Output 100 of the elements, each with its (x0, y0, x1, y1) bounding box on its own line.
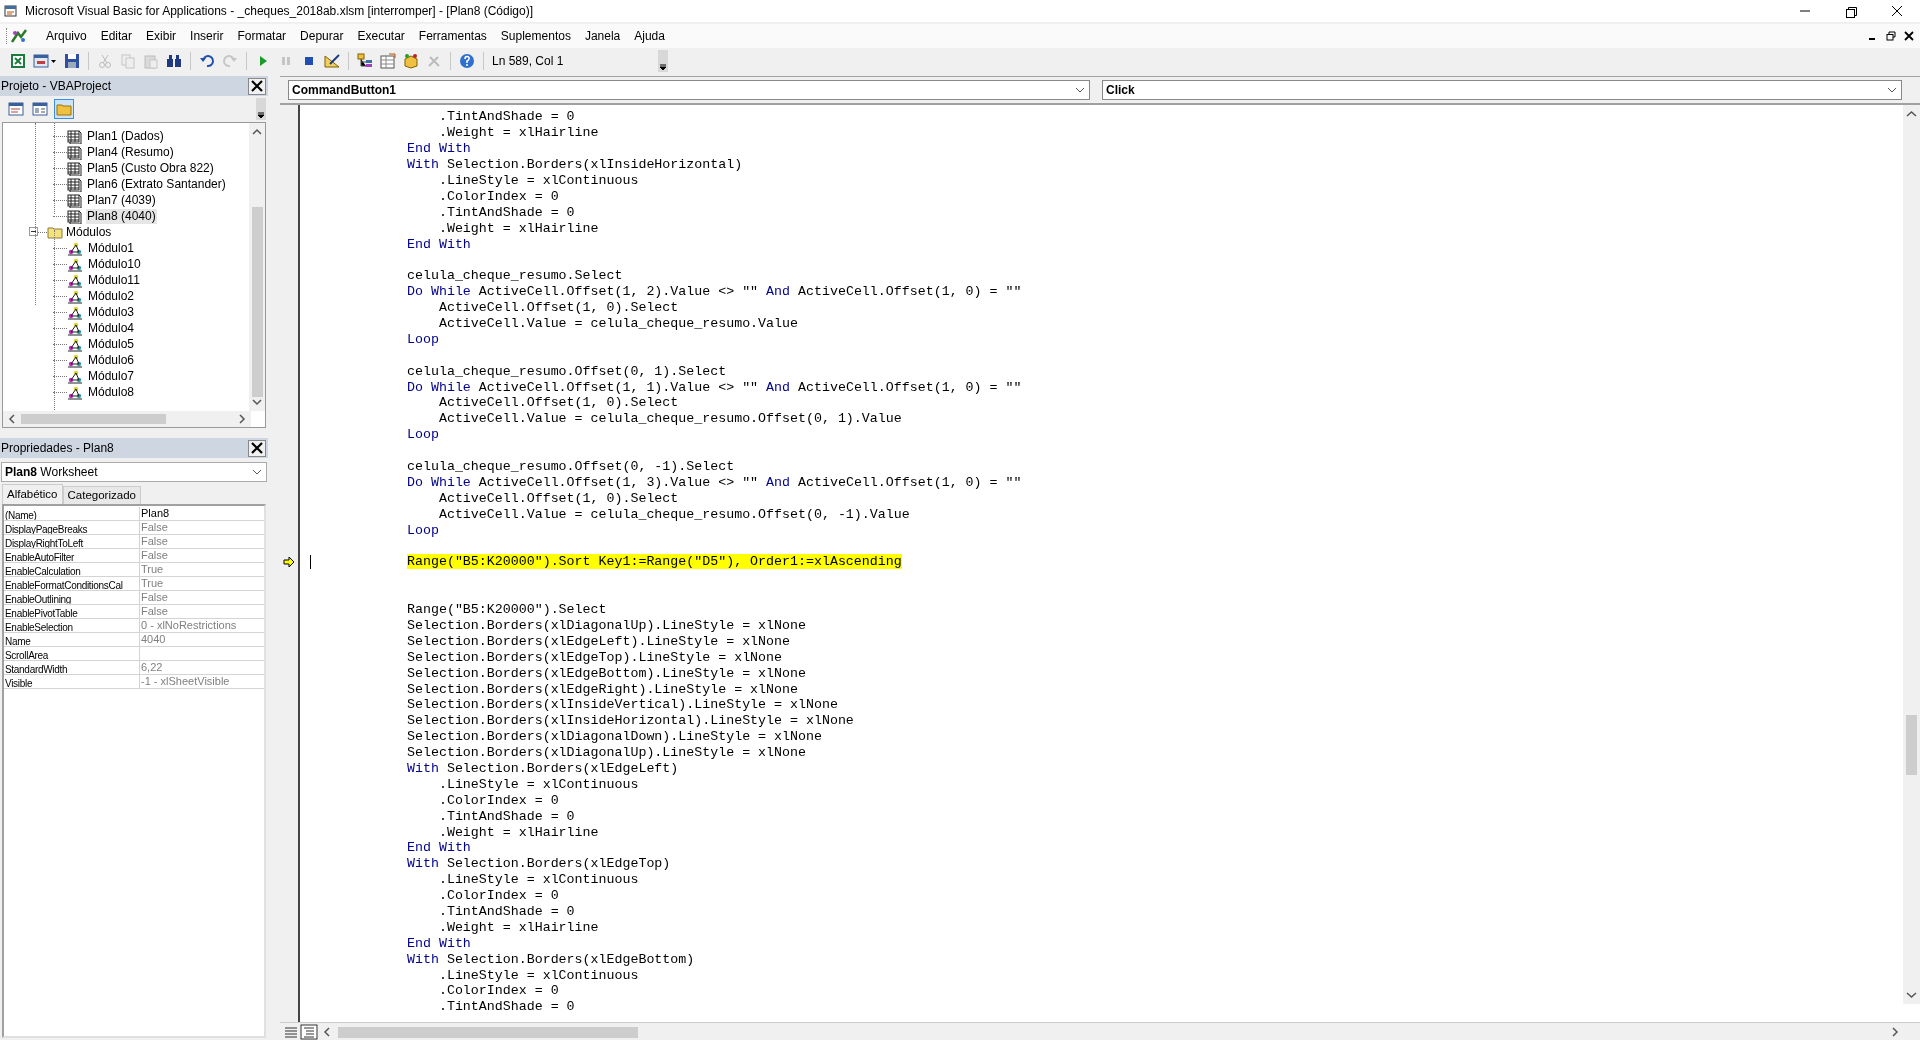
code-line[interactable]: Range("B5:K20000").Select (407, 602, 607, 618)
code-line[interactable]: End With (407, 840, 471, 856)
form-icon[interactable] (33, 53, 49, 69)
project-tree-icon[interactable] (357, 53, 373, 69)
tab[interactable]: Alfabético (2, 484, 63, 504)
toolbar-options-icon[interactable] (658, 50, 668, 72)
code-line[interactable]: ActiveCell.Offset(1, 0).Select (407, 490, 679, 506)
undo-icon[interactable] (199, 53, 215, 69)
code-line[interactable]: Do While ActiveCell.Offset(1, 3).Value <> "" And ActiveCell.Offset(1, 0) = "" (407, 474, 1022, 490)
tree-item[interactable]: Plan5 (Custo Obra 822) (86, 160, 215, 176)
property-value[interactable]: Plan8 (140, 507, 264, 520)
code-line[interactable]: .ColorIndex = 0 (407, 983, 559, 999)
menu-item[interactable]: Editar (93, 25, 140, 47)
restore-button[interactable] (1886, 31, 1896, 41)
properties-icon[interactable] (380, 53, 396, 69)
tree-item[interactable]: Módulo5 (87, 336, 136, 352)
code-line[interactable]: Do While ActiveCell.Offset(1, 1).Value <> "" And ActiveCell.Offset(1, 0) = "" (407, 379, 1022, 395)
code-line[interactable]: ActiveCell.Offset(1, 0).Select (407, 300, 679, 316)
tree-item[interactable]: Plan1 (Dados) (86, 128, 165, 144)
code-line[interactable]: End With (407, 141, 471, 157)
code-line[interactable]: Selection.Borders(xlEdgeBottom).LineStyle = xlNone (407, 665, 806, 681)
code-line[interactable]: Selection.Borders(xlEdgeTop).LineStyle = xlNone (407, 649, 783, 665)
code-line[interactable]: .LineStyle = xlContinuous (407, 776, 639, 792)
tree-item[interactable]: Plan7 (4039) (86, 192, 157, 208)
save-icon[interactable] (64, 53, 80, 69)
code-line[interactable]: .ColorIndex = 0 (407, 188, 559, 204)
menu-item[interactable]: Suplementos (493, 25, 578, 47)
code-line[interactable]: .Weight = xlHairline (407, 919, 599, 935)
code-line[interactable]: .TintAndShade = 0 (407, 109, 575, 125)
code-line[interactable]: .Weight = xlHairline (407, 220, 599, 236)
code-line[interactable]: Selection.Borders(xlEdgeLeft).LineStyle = xlNone (407, 633, 790, 649)
tree-item[interactable]: Módulo6 (87, 352, 136, 368)
menu-item[interactable]: Formatar (230, 25, 294, 47)
code-line[interactable]: End With (407, 935, 471, 951)
code-line[interactable]: .LineStyle = xlContinuous (407, 872, 639, 888)
tree-item[interactable]: Módulo4 (87, 320, 136, 336)
tree-item[interactable]: Plan4 (Resumo) (86, 144, 175, 160)
tree-item[interactable]: Módulo11 (87, 272, 141, 288)
tree-item[interactable]: Módulo8 (87, 384, 136, 400)
code-line[interactable]: .LineStyle = xlContinuous (407, 173, 639, 188)
code-line[interactable]: Selection.Borders(xlInsideVertical).LineStyle = xlNone (407, 697, 838, 713)
tree-item[interactable]: Módulo7 (87, 368, 136, 384)
project-tree[interactable]: Plan1 (Dados) Plan4 (Resumo) Plan5 (Custo Obra 822) Plan6 (Extrato Santander) Plan7 (4039) Plan8 (4040) Módulos Módulo1 Módulo10 Módulo11 Módulo2 Módulo3 Módulo4 Módulo5 Módulo6 Módulo7 Módulo8 (2, 122, 266, 428)
code-line[interactable]: .TintAndShade = 0 (407, 999, 575, 1015)
close-button[interactable] (1904, 31, 1914, 41)
code-line[interactable]: celula_cheque_resumo.Select (407, 268, 623, 284)
code-line[interactable]: celula_cheque_resumo.Offset(0, -1).Select (407, 459, 735, 475)
scroll-thumb[interactable] (252, 207, 263, 397)
code-line[interactable]: Selection.Borders(xlDiagonalUp).LineStyle = xlNone (407, 617, 806, 633)
tree-item[interactable]: Módulo3 (87, 304, 136, 320)
code-line[interactable]: End With (407, 236, 471, 252)
procedure-dropdown[interactable]: Click (1102, 80, 1902, 100)
code-line[interactable]: .Weight = xlHairline (407, 125, 599, 141)
object-dropdown[interactable]: CommandButton1 (288, 80, 1090, 100)
horizontal-scrollbar[interactable] (3, 411, 251, 427)
tree-item[interactable]: Módulos (65, 224, 113, 240)
code-line[interactable]: .TintAndShade = 0 (407, 903, 575, 919)
module-view-icon[interactable] (300, 1023, 318, 1040)
tree-item[interactable]: Módulo10 (87, 256, 142, 272)
tree-item[interactable]: Plan8 (4040) (86, 208, 157, 224)
code-line[interactable]: Selection.Borders(xlEdgeRight).LineStyle = xlNone (407, 681, 798, 697)
code-line[interactable]: Selection.Borders(xlDiagonalUp).LineStyle = xlNone (407, 745, 806, 761)
binoculars-icon[interactable] (166, 53, 182, 69)
menu-item[interactable]: Executar (350, 25, 412, 47)
code-line[interactable]: Selection.Borders(xlDiagonalDown).LineStyle = xlNone (407, 729, 822, 745)
code-line[interactable]: Selection.Borders(xlInsideHorizontal).LineStyle = xlNone (407, 713, 854, 729)
code-line[interactable]: .ColorIndex = 0 (407, 888, 559, 904)
code-line[interactable]: Loop (407, 522, 439, 538)
collapse-toggle[interactable] (29, 227, 38, 236)
object-dropdown[interactable]: Plan8 Worksheet (1, 462, 267, 482)
code-line[interactable]: .TintAndShade = 0 (407, 808, 575, 824)
code-line[interactable]: With Selection.Borders(xlEdgeBottom) (407, 951, 695, 967)
code-line[interactable]: .ColorIndex = 0 (407, 792, 559, 808)
code-line[interactable]: With Selection.Borders(xlEdgeLeft) (407, 760, 679, 776)
code-line[interactable]: .Weight = xlHairline (407, 824, 599, 840)
scroll-thumb[interactable] (1906, 715, 1917, 775)
code-line[interactable]: Loop (407, 331, 439, 347)
code-line[interactable]: celula_cheque_resumo.Offset(0, 1).Select (407, 363, 727, 379)
menu-item[interactable]: Inserir (183, 25, 231, 47)
code-line[interactable]: With Selection.Borders(xlEdgeTop) (407, 856, 671, 872)
box-icon[interactable] (403, 53, 419, 69)
menu-item[interactable]: Arquivo (39, 25, 94, 47)
excel-icon[interactable] (10, 53, 26, 69)
help-icon[interactable] (459, 53, 475, 69)
code-line[interactable]: Loop (407, 427, 439, 443)
code-line[interactable]: ActiveCell.Value = celula_cheque_resumo.Value (407, 316, 798, 331)
code-line[interactable]: .LineStyle = xlContinuous (407, 967, 639, 983)
menu-item[interactable]: Ajuda (627, 25, 672, 47)
menu-item[interactable]: Ferramentas (411, 25, 494, 47)
code-line[interactable]: ActiveCell.Value = celula_cheque_resumo.Offset(0, -1).Value (407, 506, 910, 522)
tree-item[interactable]: Módulo2 (87, 288, 136, 304)
scroll-thumb[interactable] (338, 1026, 638, 1038)
scroll-thumb[interactable] (21, 414, 166, 424)
menu-item[interactable]: Janela (577, 25, 628, 47)
ruler-pencil-icon[interactable] (324, 53, 340, 69)
tree-item[interactable]: Módulo1 (87, 240, 136, 256)
code-line[interactable]: ActiveCell.Value = celula_cheque_resumo.Offset(0, 1).Value (407, 411, 902, 427)
code-line[interactable]: Do While ActiveCell.Offset(1, 2).Value <> "" And ActiveCell.Offset(1, 0) = "" (407, 284, 1022, 300)
code-line[interactable]: ActiveCell.Offset(1, 0).Select (407, 395, 679, 411)
menu-item[interactable]: Exibir (139, 25, 184, 47)
